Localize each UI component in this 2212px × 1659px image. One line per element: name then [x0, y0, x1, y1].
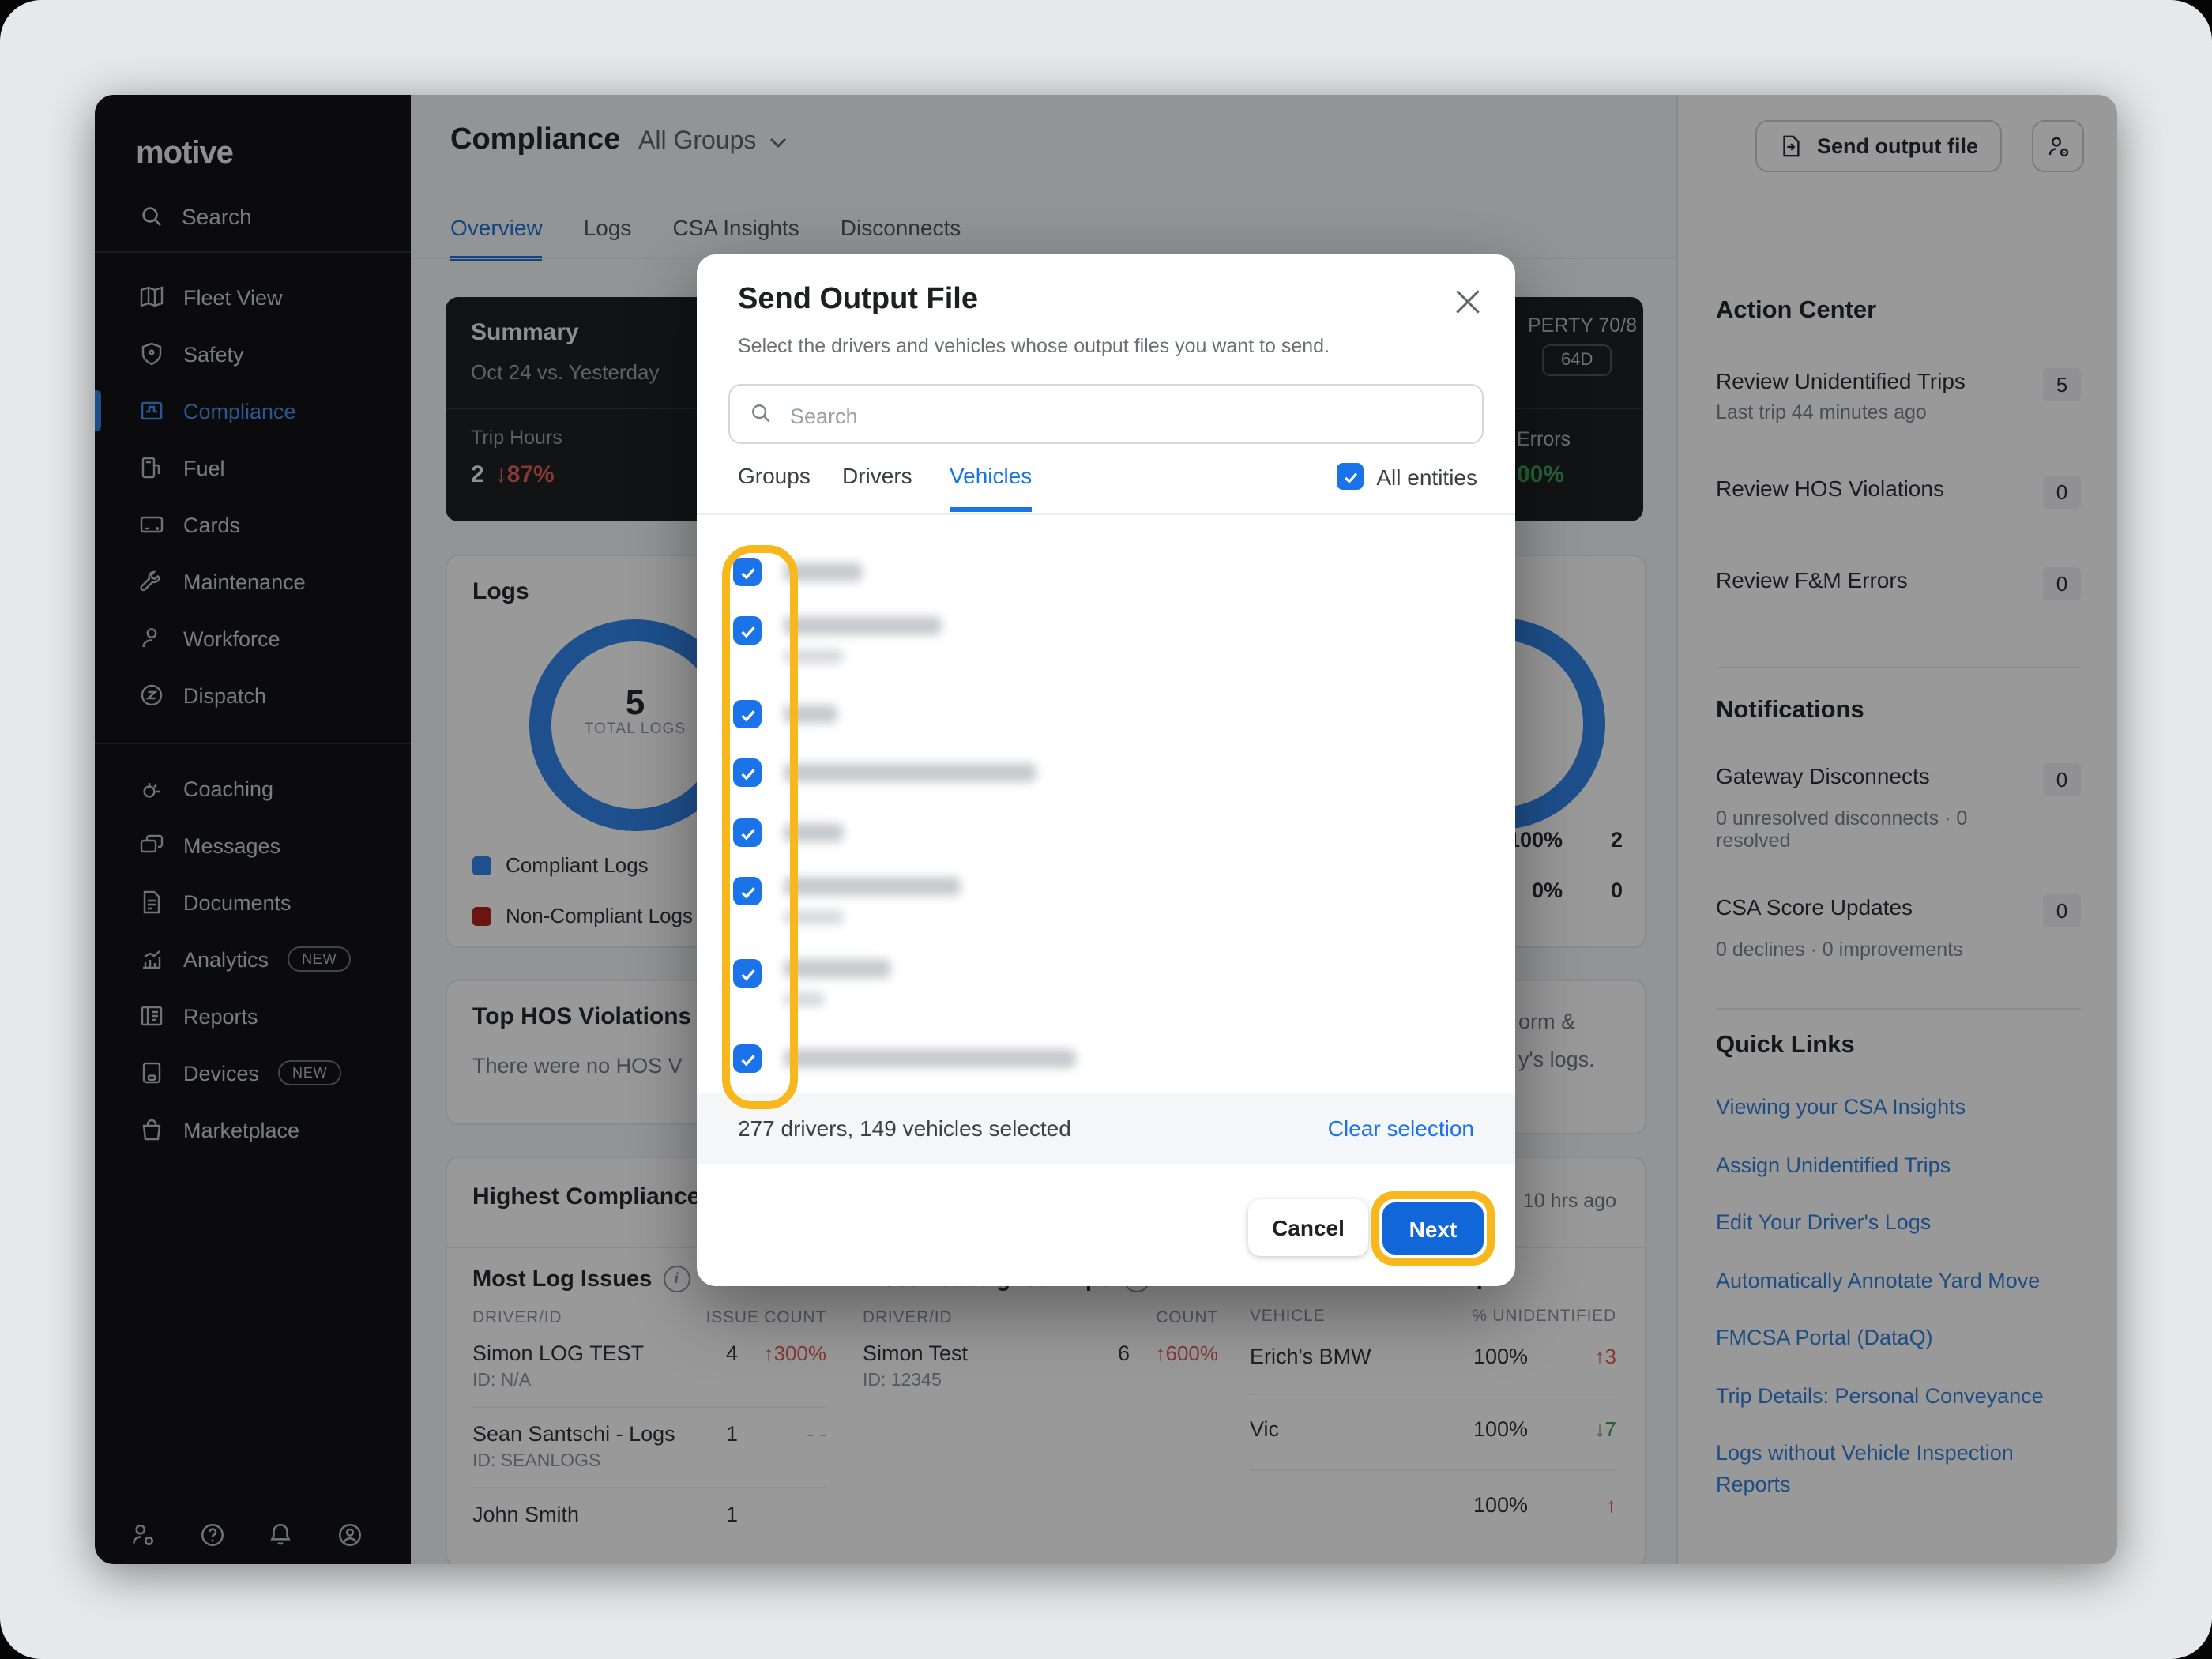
entity-name-redacted [784, 1049, 1076, 1068]
close-icon[interactable] [1455, 289, 1480, 314]
all-entities-toggle[interactable]: All entities [1337, 463, 1477, 490]
clear-selection-link[interactable]: Clear selection [1328, 1115, 1474, 1141]
modal-search-input[interactable] [787, 386, 1469, 446]
cancel-button[interactable]: Cancel [1248, 1199, 1368, 1256]
screenshot-stage: motive Search Fleet View Safety Complian… [0, 0, 2212, 1659]
modal-tab-groups[interactable]: Groups [738, 463, 811, 507]
checkbox-checked-icon [1337, 463, 1364, 490]
modal-subtitle: Select the drivers and vehicles whose ou… [738, 335, 1330, 357]
modal-tab-drivers[interactable]: Drivers [842, 463, 912, 507]
selection-summary: 277 drivers, 149 vehicles selected [738, 1115, 1071, 1141]
app-window: motive Search Fleet View Safety Complian… [95, 95, 2117, 1564]
next-button[interactable]: Next [1382, 1202, 1484, 1255]
checkbox-column-highlight-annotation [722, 545, 798, 1109]
entity-name-redacted [784, 616, 942, 635]
modal-search [728, 384, 1484, 444]
entity-name-redacted [784, 959, 891, 978]
entity-name-redacted [784, 763, 1036, 782]
selection-footer: 277 drivers, 149 vehicles selected Clear… [697, 1093, 1515, 1164]
next-button-highlight-annotation: Next [1371, 1191, 1495, 1266]
all-entities-label: All entities [1376, 464, 1477, 489]
modal-tab-vehicles[interactable]: Vehicles [950, 463, 1032, 512]
entity-name-redacted [784, 877, 961, 896]
send-output-file-modal: Send Output File Select the drivers and … [697, 254, 1515, 1286]
search-icon [749, 401, 773, 425]
entity-list [697, 515, 1515, 1093]
modal-title: Send Output File [738, 283, 978, 318]
modal-tabs: Groups Drivers Vehicles All entities [697, 463, 1515, 515]
